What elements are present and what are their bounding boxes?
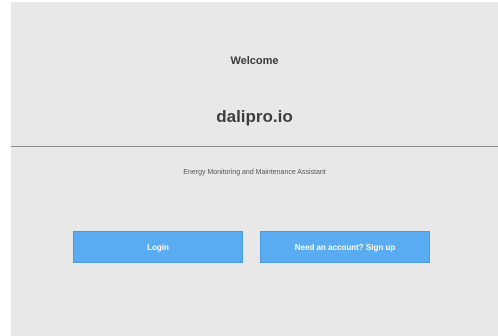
signup-button[interactable]: Need an account? Sign up (260, 231, 430, 263)
welcome-screen: Welcome dalipro.io Energy Monitoring and… (11, 2, 498, 336)
brand-title: dalipro.io (216, 107, 293, 126)
welcome-heading: Welcome (230, 55, 279, 67)
header-divider (11, 146, 498, 147)
login-button[interactable]: Login (73, 231, 243, 263)
tagline: Energy Monitoring and Maintenance Assist… (183, 169, 326, 176)
header: Welcome dalipro.io (11, 2, 498, 146)
